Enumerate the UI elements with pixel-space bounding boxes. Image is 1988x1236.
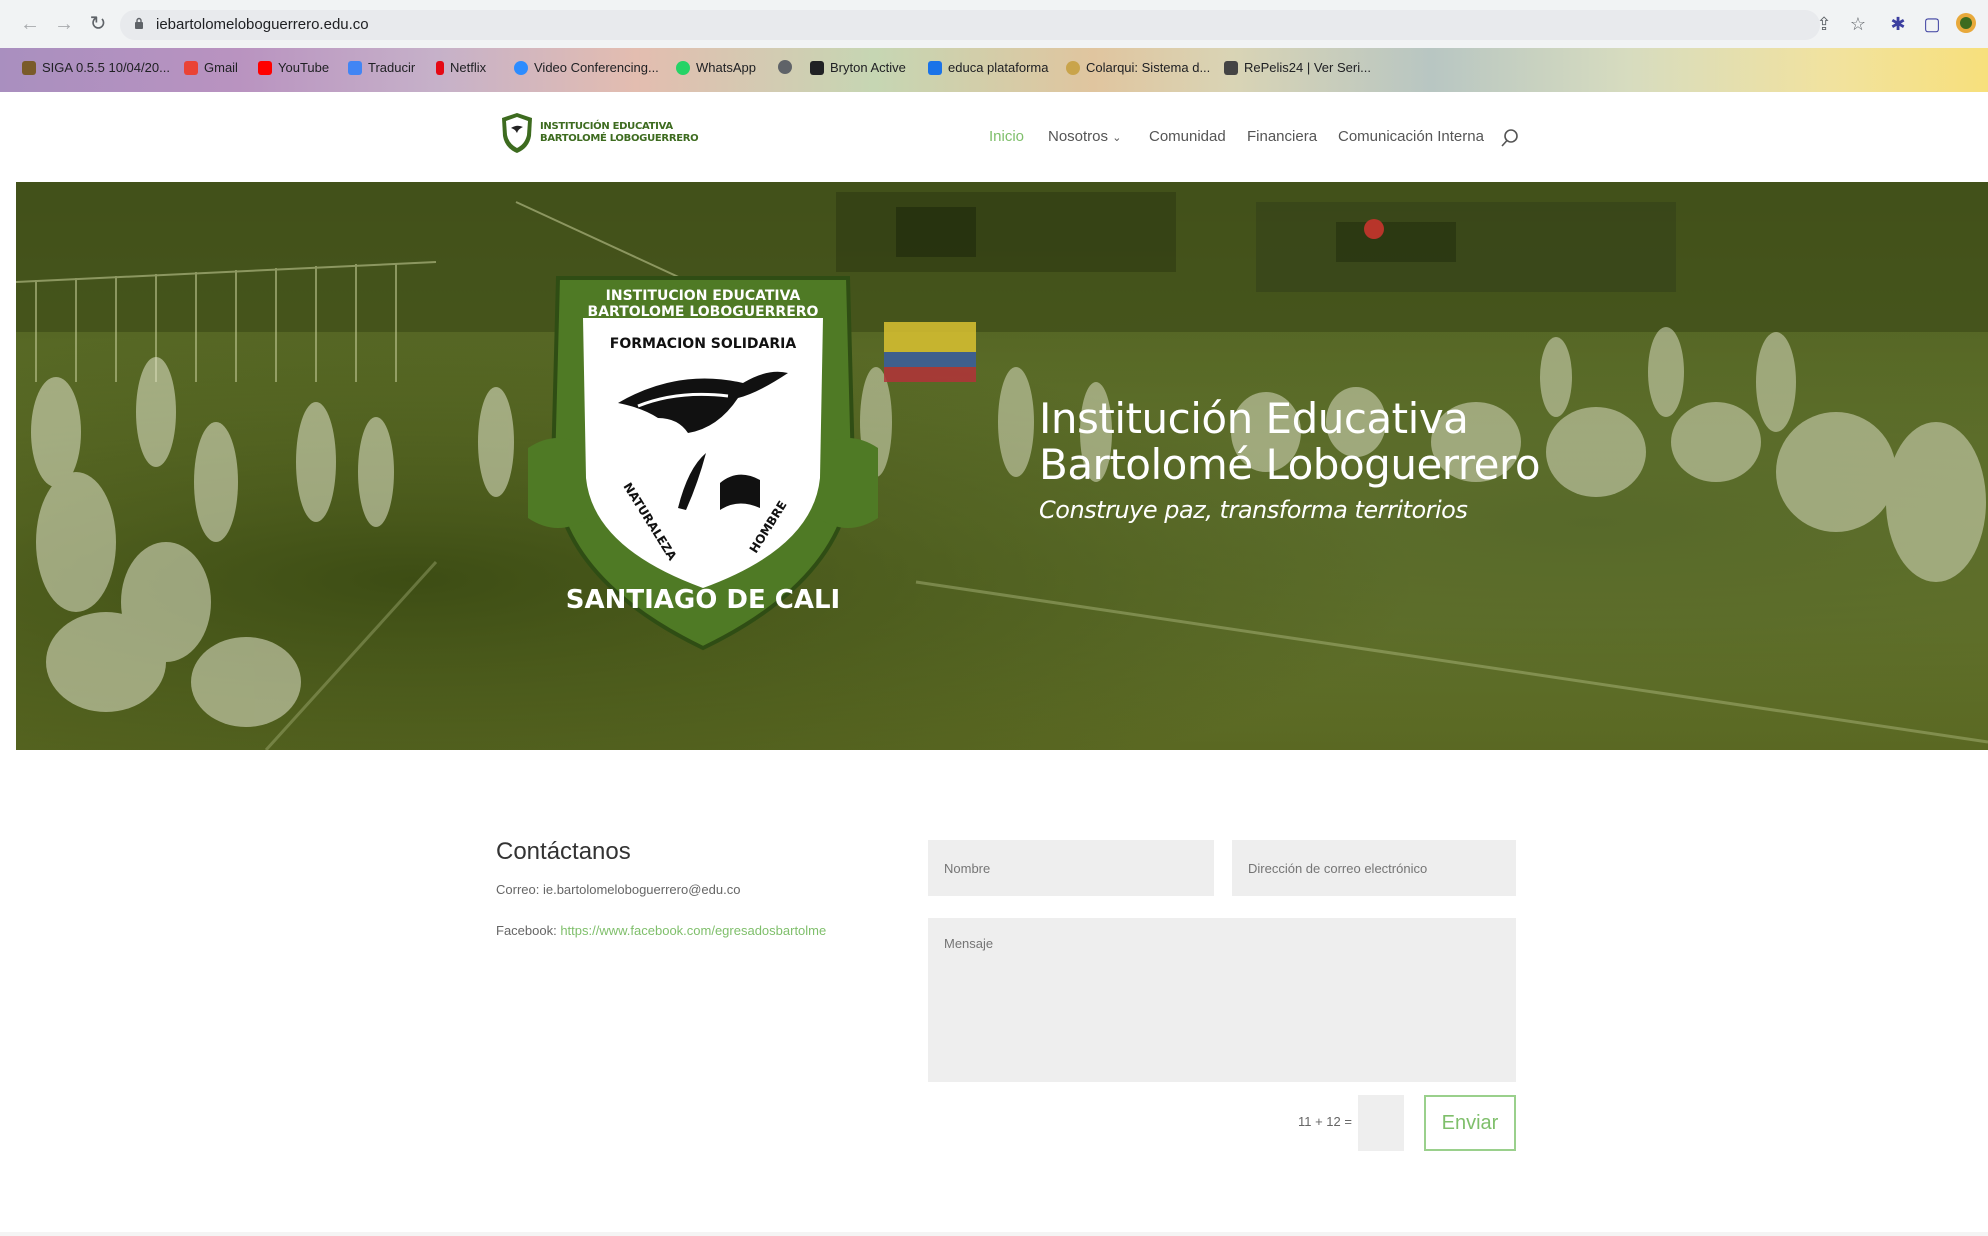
- bookmark-gmail[interactable]: Gmail: [184, 60, 238, 75]
- emblem-banner: FORMACION SOLIDARIA: [610, 336, 797, 352]
- emblem-bottom: SANTIAGO DE CALI: [566, 585, 840, 615]
- colarqui-icon: [1066, 60, 1080, 75]
- chevron-down-icon: ⌄: [1112, 132, 1122, 144]
- reload-icon[interactable]: ↻: [86, 12, 110, 36]
- message-field[interactable]: [928, 918, 1516, 1082]
- translate-icon: [348, 60, 362, 75]
- nav-comunidad[interactable]: Comunidad: [1149, 128, 1226, 145]
- globe-icon: [778, 60, 792, 74]
- email-field[interactable]: [1232, 840, 1516, 896]
- emblem-top-2: BARTOLOME LOBOGUERRERO: [588, 304, 819, 320]
- contact-facebook: Facebook: https://www.facebook.com/egres…: [496, 923, 827, 938]
- send-button[interactable]: Enviar: [1424, 1095, 1516, 1151]
- bookmark-repelis[interactable]: RePelis24 | Ver Seri...: [1224, 60, 1371, 75]
- nav-nosotros[interactable]: Nosotros ⌄: [1048, 128, 1121, 145]
- siga-icon: [22, 60, 36, 75]
- contact-title: Contáctanos: [496, 838, 631, 865]
- bookmark-colarqui[interactable]: Colarqui: Sistema d...: [1066, 60, 1210, 75]
- bookmark-bryton[interactable]: Bryton Active: [810, 60, 906, 75]
- nav-inicio[interactable]: Inicio: [989, 128, 1024, 145]
- bookmarks-bar: SIGA 0.5.5 10/04/20... Gmail YouTube Tra…: [0, 48, 1988, 92]
- contact-email: Correo: ie.bartolomeloboguerrero@edu.co: [496, 882, 741, 897]
- back-arrow-icon[interactable]: ←: [18, 12, 42, 36]
- school-emblem: INSTITUCION EDUCATIVA BARTOLOME LOBOGUER…: [528, 276, 878, 651]
- bookmark-whatsapp[interactable]: WhatsApp: [676, 60, 756, 75]
- emblem-top-1: INSTITUCION EDUCATIVA: [606, 288, 801, 304]
- nav-financiera[interactable]: Financiera: [1247, 128, 1317, 145]
- forward-arrow-icon[interactable]: →: [52, 12, 76, 36]
- share-icon[interactable]: ⇪: [1812, 12, 1836, 36]
- sidepanel-icon[interactable]: ▢: [1920, 12, 1944, 36]
- bookmark-netflix[interactable]: Netflix: [436, 60, 486, 75]
- nav-comunicacion-interna[interactable]: Comunicación Interna: [1338, 128, 1484, 145]
- site-logo[interactable]: INSTITUCIÓN EDUCATIVA BARTOLOMÉ LOBOGUER…: [500, 112, 699, 154]
- star-icon[interactable]: ☆: [1846, 12, 1870, 36]
- captcha-question: 11 + 12 =: [1298, 1114, 1352, 1129]
- hero-banner: INSTITUCION EDUCATIVA BARTOLOME LOBOGUER…: [16, 182, 1988, 750]
- netflix-icon: [436, 60, 444, 75]
- hero-background-image: [16, 182, 1988, 750]
- site-header: INSTITUCIÓN EDUCATIVA BARTOLOMÉ LOBOGUER…: [16, 92, 1988, 182]
- bryton-icon: [810, 60, 824, 75]
- gmail-icon: [184, 60, 198, 75]
- bookmark-zoom[interactable]: Video Conferencing...: [514, 60, 659, 75]
- name-field[interactable]: [928, 840, 1214, 896]
- bookmark-educa[interactable]: educa plataforma: [928, 60, 1048, 75]
- repelis-icon: [1224, 60, 1238, 75]
- address-bar[interactable]: iebartolomeloboguerrero.edu.co: [120, 10, 1820, 40]
- bookmark-globe[interactable]: [778, 60, 792, 74]
- youtube-icon: [258, 60, 272, 75]
- whatsapp-icon: [676, 60, 690, 75]
- shield-logo-icon: [502, 113, 532, 153]
- captcha-input[interactable]: [1358, 1095, 1404, 1151]
- facebook-link[interactable]: https://www.facebook.com/egresadosbartol…: [560, 923, 826, 938]
- bookmark-traducir[interactable]: Traducir: [348, 60, 415, 75]
- search-icon[interactable]: [1500, 128, 1520, 148]
- bookmark-siga[interactable]: SIGA 0.5.5 10/04/20...: [22, 60, 170, 75]
- hero-title: Institución Educativa Bartolomé Loboguer…: [1039, 394, 1541, 489]
- page: ← → ↻ iebartolomeloboguerrero.edu.co ⇪ ☆…: [0, 0, 1988, 1236]
- footer-divider: [0, 1232, 1988, 1236]
- zoom-icon: [514, 60, 528, 75]
- logo-line-2: BARTOLOMÉ LOBOGUERRERO: [540, 133, 699, 144]
- url-text: iebartolomeloboguerrero.edu.co: [156, 16, 369, 33]
- logo-line-1: INSTITUCIÓN EDUCATIVA: [540, 121, 673, 132]
- extension-icon[interactable]: ✱: [1886, 12, 1910, 36]
- educa-icon: [928, 60, 942, 75]
- lock-icon: [135, 17, 143, 29]
- bookmark-youtube[interactable]: YouTube: [258, 60, 329, 75]
- browser-toolbar: ← → ↻ iebartolomeloboguerrero.edu.co ⇪ ☆…: [0, 0, 1988, 48]
- profile-avatar[interactable]: [1954, 12, 1978, 36]
- hero-subtitle: Construye paz, transforma territorios: [1039, 496, 1468, 524]
